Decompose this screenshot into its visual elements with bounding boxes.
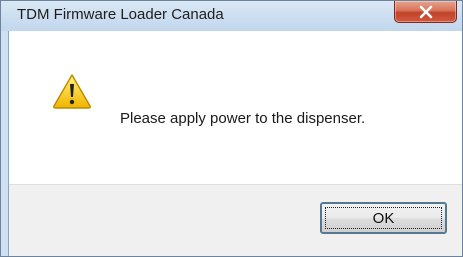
dialog-message: Please apply power to the dispenser. (120, 110, 366, 127)
ok-button-label: OK (372, 209, 395, 227)
ok-button[interactable]: OK (320, 202, 447, 234)
close-icon (419, 5, 432, 18)
dialog-window: TDM Firmware Loader Canada Please apply … (0, 0, 463, 257)
warning-icon (53, 74, 91, 109)
window-title: TDM Firmware Loader Canada (17, 6, 224, 23)
close-button[interactable] (394, 1, 457, 23)
title-bar[interactable]: TDM Firmware Loader Canada (1, 1, 462, 31)
